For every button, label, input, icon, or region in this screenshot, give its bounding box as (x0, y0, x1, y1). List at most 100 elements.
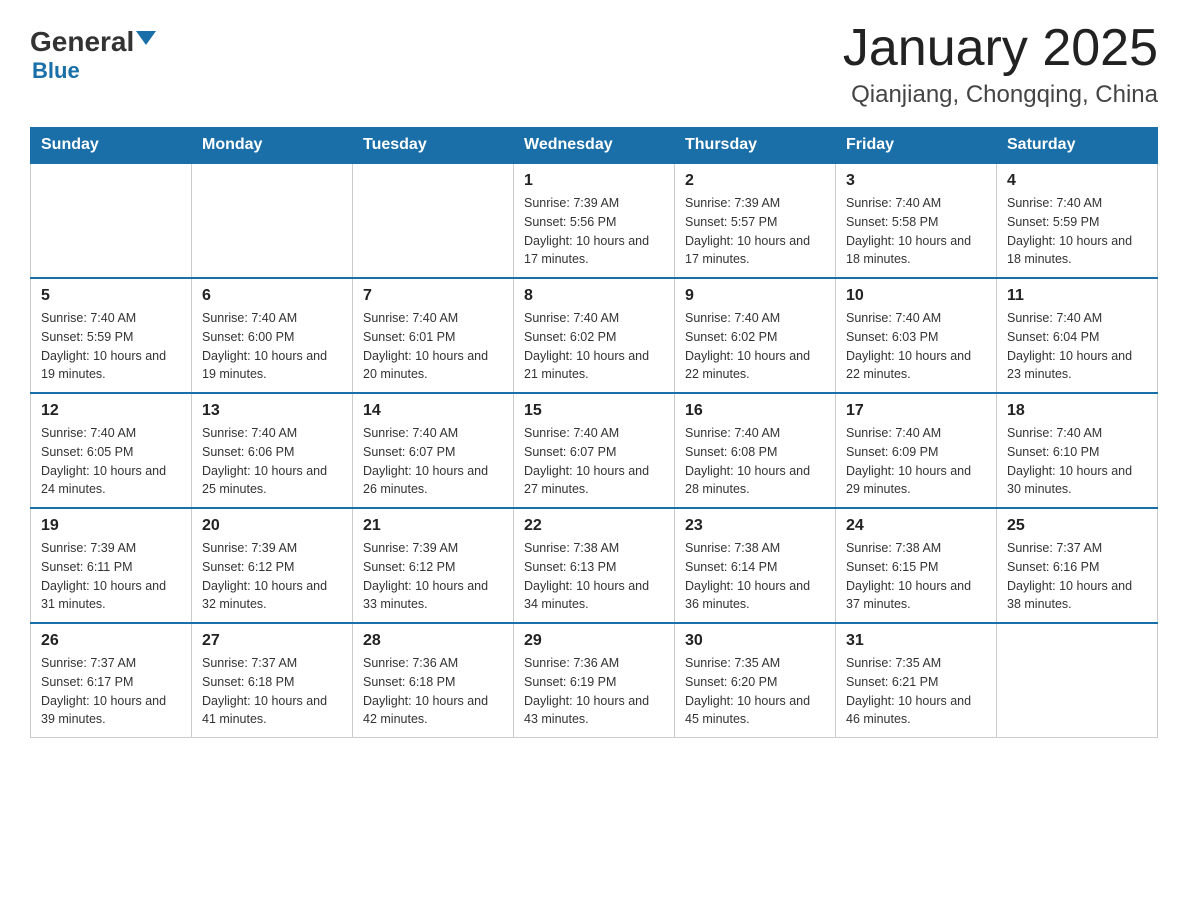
day-info: Sunrise: 7:39 AM Sunset: 5:56 PM Dayligh… (524, 194, 664, 269)
calendar-cell: 10 Sunrise: 7:40 AM Sunset: 6:03 PM Dayli… (836, 278, 997, 393)
day-info: Sunrise: 7:40 AM Sunset: 6:10 PM Dayligh… (1007, 424, 1147, 499)
day-number: 16 (685, 402, 825, 420)
week-row-4: 19 Sunrise: 7:39 AM Sunset: 6:11 PM Dayli… (31, 508, 1158, 623)
day-info: Sunrise: 7:40 AM Sunset: 6:05 PM Dayligh… (41, 424, 181, 499)
calendar-cell: 11 Sunrise: 7:40 AM Sunset: 6:04 PM Dayli… (997, 278, 1158, 393)
calendar-cell: 16 Sunrise: 7:40 AM Sunset: 6:08 PM Dayli… (675, 393, 836, 508)
day-info: Sunrise: 7:40 AM Sunset: 6:04 PM Dayligh… (1007, 309, 1147, 384)
day-info: Sunrise: 7:39 AM Sunset: 6:11 PM Dayligh… (41, 539, 181, 614)
calendar-cell: 5Sunrise: 7:40 AM Sunset: 5:59 PM Daylig… (31, 278, 192, 393)
day-number: 11 (1007, 287, 1147, 305)
day-info: Sunrise: 7:35 AM Sunset: 6:20 PM Dayligh… (685, 654, 825, 729)
calendar-title: January 2025 (843, 20, 1158, 77)
day-number: 25 (1007, 517, 1147, 535)
calendar-cell (997, 623, 1158, 738)
day-number: 28 (363, 632, 503, 650)
day-number: 20 (202, 517, 342, 535)
day-number: 1 (524, 172, 664, 190)
logo-triangle-icon (136, 31, 156, 45)
calendar-cell: 15Sunrise: 7:40 AM Sunset: 6:07 PM Dayli… (514, 393, 675, 508)
title-block: January 2025 Qianjiang, Chongqing, China (843, 20, 1158, 109)
calendar-cell: 6 Sunrise: 7:40 AM Sunset: 6:00 PM Daylig… (192, 278, 353, 393)
calendar-cell: 2 Sunrise: 7:39 AM Sunset: 5:57 PM Daylig… (675, 163, 836, 278)
day-number: 31 (846, 632, 986, 650)
col-tuesday: Tuesday (353, 128, 514, 164)
day-number: 9 (685, 287, 825, 305)
day-number: 18 (1007, 402, 1147, 420)
calendar-cell: 28 Sunrise: 7:36 AM Sunset: 6:18 PM Dayli… (353, 623, 514, 738)
day-info: Sunrise: 7:35 AM Sunset: 6:21 PM Dayligh… (846, 654, 986, 729)
calendar-cell: 18 Sunrise: 7:40 AM Sunset: 6:10 PM Dayli… (997, 393, 1158, 508)
calendar-cell: 7Sunrise: 7:40 AM Sunset: 6:01 PM Daylig… (353, 278, 514, 393)
col-saturday: Saturday (997, 128, 1158, 164)
week-row-1: 1 Sunrise: 7:39 AM Sunset: 5:56 PM Daylig… (31, 163, 1158, 278)
day-number: 12 (41, 402, 181, 420)
day-info: Sunrise: 7:40 AM Sunset: 5:59 PM Dayligh… (41, 309, 181, 384)
day-number: 7 (363, 287, 503, 305)
calendar-cell: 29 Sunrise: 7:36 AM Sunset: 6:19 PM Dayli… (514, 623, 675, 738)
calendar-subtitle: Qianjiang, Chongqing, China (843, 81, 1158, 109)
day-number: 19 (41, 517, 181, 535)
logo-blue-text: Blue (32, 58, 80, 84)
calendar-cell (353, 163, 514, 278)
day-info: Sunrise: 7:40 AM Sunset: 6:08 PM Dayligh… (685, 424, 825, 499)
day-number: 23 (685, 517, 825, 535)
col-sunday: Sunday (31, 128, 192, 164)
day-number: 13 (202, 402, 342, 420)
calendar-cell: 12 Sunrise: 7:40 AM Sunset: 6:05 PM Dayli… (31, 393, 192, 508)
calendar-cell (31, 163, 192, 278)
calendar-cell: 19 Sunrise: 7:39 AM Sunset: 6:11 PM Dayli… (31, 508, 192, 623)
col-monday: Monday (192, 128, 353, 164)
day-info: Sunrise: 7:40 AM Sunset: 6:00 PM Dayligh… (202, 309, 342, 384)
day-info: Sunrise: 7:38 AM Sunset: 6:14 PM Dayligh… (685, 539, 825, 614)
calendar-cell: 13 Sunrise: 7:40 AM Sunset: 6:06 PM Dayli… (192, 393, 353, 508)
day-info: Sunrise: 7:36 AM Sunset: 6:18 PM Dayligh… (363, 654, 503, 729)
day-info: Sunrise: 7:40 AM Sunset: 6:09 PM Dayligh… (846, 424, 986, 499)
calendar-cell: 8Sunrise: 7:40 AM Sunset: 6:02 PM Daylig… (514, 278, 675, 393)
calendar-cell (192, 163, 353, 278)
calendar-cell: 23 Sunrise: 7:38 AM Sunset: 6:14 PM Dayli… (675, 508, 836, 623)
day-number: 17 (846, 402, 986, 420)
day-number: 21 (363, 517, 503, 535)
day-info: Sunrise: 7:40 AM Sunset: 6:02 PM Dayligh… (685, 309, 825, 384)
day-info: Sunrise: 7:40 AM Sunset: 6:03 PM Dayligh… (846, 309, 986, 384)
day-number: 6 (202, 287, 342, 305)
day-info: Sunrise: 7:39 AM Sunset: 6:12 PM Dayligh… (202, 539, 342, 614)
calendar-cell: 20 Sunrise: 7:39 AM Sunset: 6:12 PM Dayli… (192, 508, 353, 623)
day-info: Sunrise: 7:37 AM Sunset: 6:18 PM Dayligh… (202, 654, 342, 729)
calendar-table: Sunday Monday Tuesday Wednesday Thursday… (30, 127, 1158, 738)
day-info: Sunrise: 7:39 AM Sunset: 5:57 PM Dayligh… (685, 194, 825, 269)
day-info: Sunrise: 7:40 AM Sunset: 6:07 PM Dayligh… (363, 424, 503, 499)
calendar-cell: 17 Sunrise: 7:40 AM Sunset: 6:09 PM Dayli… (836, 393, 997, 508)
col-thursday: Thursday (675, 128, 836, 164)
day-info: Sunrise: 7:36 AM Sunset: 6:19 PM Dayligh… (524, 654, 664, 729)
day-number: 30 (685, 632, 825, 650)
day-info: Sunrise: 7:40 AM Sunset: 6:02 PM Dayligh… (524, 309, 664, 384)
day-number: 10 (846, 287, 986, 305)
day-info: Sunrise: 7:40 AM Sunset: 6:06 PM Dayligh… (202, 424, 342, 499)
day-info: Sunrise: 7:38 AM Sunset: 6:15 PM Dayligh… (846, 539, 986, 614)
week-row-3: 12 Sunrise: 7:40 AM Sunset: 6:05 PM Dayli… (31, 393, 1158, 508)
calendar-cell: 9 Sunrise: 7:40 AM Sunset: 6:02 PM Daylig… (675, 278, 836, 393)
week-row-2: 5Sunrise: 7:40 AM Sunset: 5:59 PM Daylig… (31, 278, 1158, 393)
col-friday: Friday (836, 128, 997, 164)
day-info: Sunrise: 7:37 AM Sunset: 6:17 PM Dayligh… (41, 654, 181, 729)
logo-general-text: General (30, 28, 134, 56)
day-number: 22 (524, 517, 664, 535)
calendar-cell: 26 Sunrise: 7:37 AM Sunset: 6:17 PM Dayli… (31, 623, 192, 738)
calendar-cell: 22Sunrise: 7:38 AM Sunset: 6:13 PM Dayli… (514, 508, 675, 623)
calendar-cell: 24 Sunrise: 7:38 AM Sunset: 6:15 PM Dayli… (836, 508, 997, 623)
col-wednesday: Wednesday (514, 128, 675, 164)
day-number: 26 (41, 632, 181, 650)
calendar-header-row: Sunday Monday Tuesday Wednesday Thursday… (31, 128, 1158, 164)
day-info: Sunrise: 7:40 AM Sunset: 5:59 PM Dayligh… (1007, 194, 1147, 269)
day-info: Sunrise: 7:40 AM Sunset: 6:07 PM Dayligh… (524, 424, 664, 499)
calendar-cell: 30 Sunrise: 7:35 AM Sunset: 6:20 PM Dayli… (675, 623, 836, 738)
calendar-cell: 1 Sunrise: 7:39 AM Sunset: 5:56 PM Daylig… (514, 163, 675, 278)
day-number: 24 (846, 517, 986, 535)
calendar-cell: 4Sunrise: 7:40 AM Sunset: 5:59 PM Daylig… (997, 163, 1158, 278)
day-info: Sunrise: 7:40 AM Sunset: 5:58 PM Dayligh… (846, 194, 986, 269)
day-number: 2 (685, 172, 825, 190)
day-number: 29 (524, 632, 664, 650)
day-info: Sunrise: 7:39 AM Sunset: 6:12 PM Dayligh… (363, 539, 503, 614)
